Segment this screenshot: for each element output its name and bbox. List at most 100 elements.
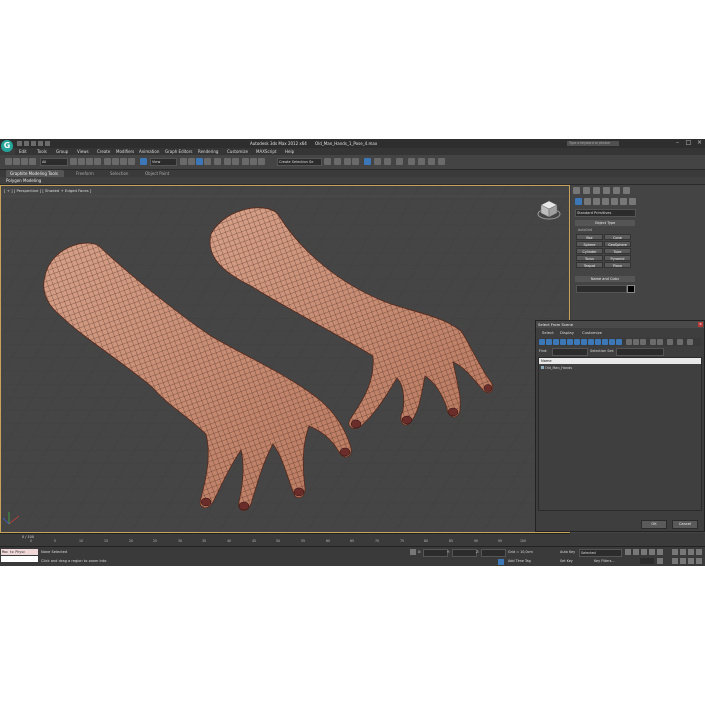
primitive-category-dropdown[interactable]: Standard Primitives <box>575 209 636 217</box>
render-iterative-icon[interactable] <box>374 158 381 165</box>
unlink-icon[interactable] <box>29 158 36 165</box>
modify-tab-icon[interactable] <box>583 187 590 194</box>
object-color-swatch[interactable] <box>627 285 635 293</box>
material-editor-icon[interactable] <box>334 158 341 165</box>
display-children-icon[interactable] <box>650 339 656 345</box>
zoom-extents-icon[interactable] <box>688 549 694 555</box>
curve-editor-icon[interactable] <box>258 158 265 165</box>
add-time-tag[interactable]: Add Time Tag <box>508 559 531 563</box>
render-message-icon[interactable] <box>408 158 415 165</box>
cylinder-button[interactable]: Cylinder <box>576 248 603 254</box>
render-production-icon[interactable] <box>364 158 371 165</box>
ok-button[interactable]: OK <box>641 520 667 529</box>
edit-named-sel-icon[interactable] <box>214 158 221 165</box>
hierarchy-tab-icon[interactable] <box>593 187 600 194</box>
snap-toggle-icon[interactable] <box>180 158 187 165</box>
menu-create[interactable]: Create <box>97 149 110 154</box>
geometry-icon[interactable] <box>575 198 582 205</box>
undo-toolbar-icon[interactable] <box>5 158 12 165</box>
maxscript-listener[interactable]: Max to Physc <box>1 549 38 555</box>
angle-snap-icon[interactable] <box>188 158 195 165</box>
filter-hidden-icon[interactable] <box>616 339 622 345</box>
save-file-icon[interactable] <box>31 141 36 146</box>
camera-icon[interactable] <box>428 158 435 165</box>
next-frame-icon[interactable] <box>649 549 655 555</box>
helpers-icon[interactable] <box>611 198 618 205</box>
menu-maxscript[interactable]: MAXScript <box>256 149 277 154</box>
filter-bones-icon[interactable] <box>595 339 601 345</box>
select-invert-icon[interactable] <box>640 339 646 345</box>
motion-tab-icon[interactable] <box>603 187 610 194</box>
maximize-icon[interactable]: □ <box>683 139 694 147</box>
maximize-viewport-icon[interactable] <box>696 558 702 564</box>
rendered-frame-icon[interactable] <box>352 158 359 165</box>
polygon-modeling-panel[interactable]: Polygon Modeling <box>6 178 41 183</box>
named-selection-dropdown[interactable]: Create Selection Se <box>277 158 322 166</box>
zoom-all-icon[interactable] <box>680 549 686 555</box>
select-all-icon[interactable] <box>626 339 632 345</box>
scene-object-list[interactable]: Name Old_Man_Hands <box>538 357 702 511</box>
select-none-icon[interactable] <box>633 339 639 345</box>
display-tab-icon[interactable] <box>613 187 620 194</box>
redo-toolbar-icon[interactable] <box>13 158 20 165</box>
tube-button[interactable]: Tube <box>604 248 631 254</box>
filter-shapes-icon[interactable] <box>546 339 552 345</box>
link-icon[interactable] <box>21 158 28 165</box>
render-setup-icon[interactable] <box>344 158 351 165</box>
set-key-button[interactable]: Set Key <box>560 559 573 563</box>
go-to-end-icon[interactable] <box>657 549 663 555</box>
sphere-button[interactable]: Sphere <box>576 241 603 247</box>
menu-views[interactable]: Views <box>77 149 89 154</box>
graphite-toggle-icon[interactable] <box>250 158 257 165</box>
menu-customize[interactable]: Customize <box>227 149 248 154</box>
box-button[interactable]: Box <box>576 234 603 240</box>
autogrid-checkbox[interactable]: AutoGrid <box>578 228 592 232</box>
undo-icon[interactable] <box>38 141 43 146</box>
cancel-button[interactable]: Cancel <box>672 520 698 529</box>
create-tab-icon[interactable] <box>573 187 580 194</box>
teapot-button[interactable]: Teapot <box>576 262 603 268</box>
spacewarps-icon[interactable] <box>620 198 627 205</box>
object-type-rollout[interactable]: Object Type <box>575 220 635 226</box>
pyramid-button[interactable]: Pyramid <box>604 255 631 261</box>
viewport-label[interactable]: [ + ] [ Perspective ] [ Shaded + Edged F… <box>4 188 91 193</box>
go-to-start-icon[interactable] <box>625 549 631 555</box>
tab-graphite-modeling[interactable]: Graphite Modeling Tools <box>10 171 58 176</box>
app-logo-icon[interactable]: G <box>1 140 13 152</box>
zoom-extents-all-icon[interactable] <box>696 549 702 555</box>
filter-geometry-icon[interactable] <box>539 339 545 345</box>
select-object-icon[interactable] <box>70 158 77 165</box>
tab-object-paint[interactable]: Object Paint <box>145 171 169 176</box>
percent-snap-icon[interactable] <box>196 158 203 165</box>
scale-icon[interactable] <box>120 158 127 165</box>
reference-coord-dropdown[interactable]: View <box>150 158 177 166</box>
filter-frozen-icon[interactable] <box>609 339 615 345</box>
dialog-menu-customize[interactable]: Customize <box>582 330 602 335</box>
filter-spacewarps-icon[interactable] <box>574 339 580 345</box>
y-coord-field[interactable] <box>452 549 477 557</box>
name-column-header[interactable]: Name <box>539 358 701 364</box>
layer-manager-icon[interactable] <box>242 158 249 165</box>
menu-modifiers[interactable]: Modifiers <box>116 149 134 154</box>
time-tag-icon[interactable] <box>498 559 504 565</box>
filter-funnel-icon[interactable] <box>677 339 683 345</box>
schematic-view-icon[interactable] <box>324 158 331 165</box>
menu-rendering[interactable]: Rendering <box>198 149 218 154</box>
shapes-icon[interactable] <box>584 198 591 205</box>
field-of-view-icon[interactable] <box>672 558 678 564</box>
play-icon[interactable] <box>641 549 647 555</box>
filter-helpers-icon[interactable] <box>567 339 573 345</box>
open-file-icon[interactable] <box>24 141 29 146</box>
menu-tools[interactable]: Tools <box>37 149 47 154</box>
environment-icon[interactable] <box>396 158 403 165</box>
spinner-snap-icon[interactable] <box>204 158 211 165</box>
menu-edit[interactable]: Edit <box>19 149 27 154</box>
selection-filter-dropdown[interactable]: All <box>40 158 68 166</box>
previous-frame-icon[interactable] <box>633 549 639 555</box>
systems-icon[interactable] <box>629 198 636 205</box>
cone-button[interactable]: Cone <box>604 234 631 240</box>
minimize-icon[interactable]: – <box>672 139 683 147</box>
move-icon[interactable] <box>104 158 111 165</box>
dialog-close-icon[interactable]: × <box>698 322 703 327</box>
close-icon[interactable]: × <box>694 139 705 147</box>
